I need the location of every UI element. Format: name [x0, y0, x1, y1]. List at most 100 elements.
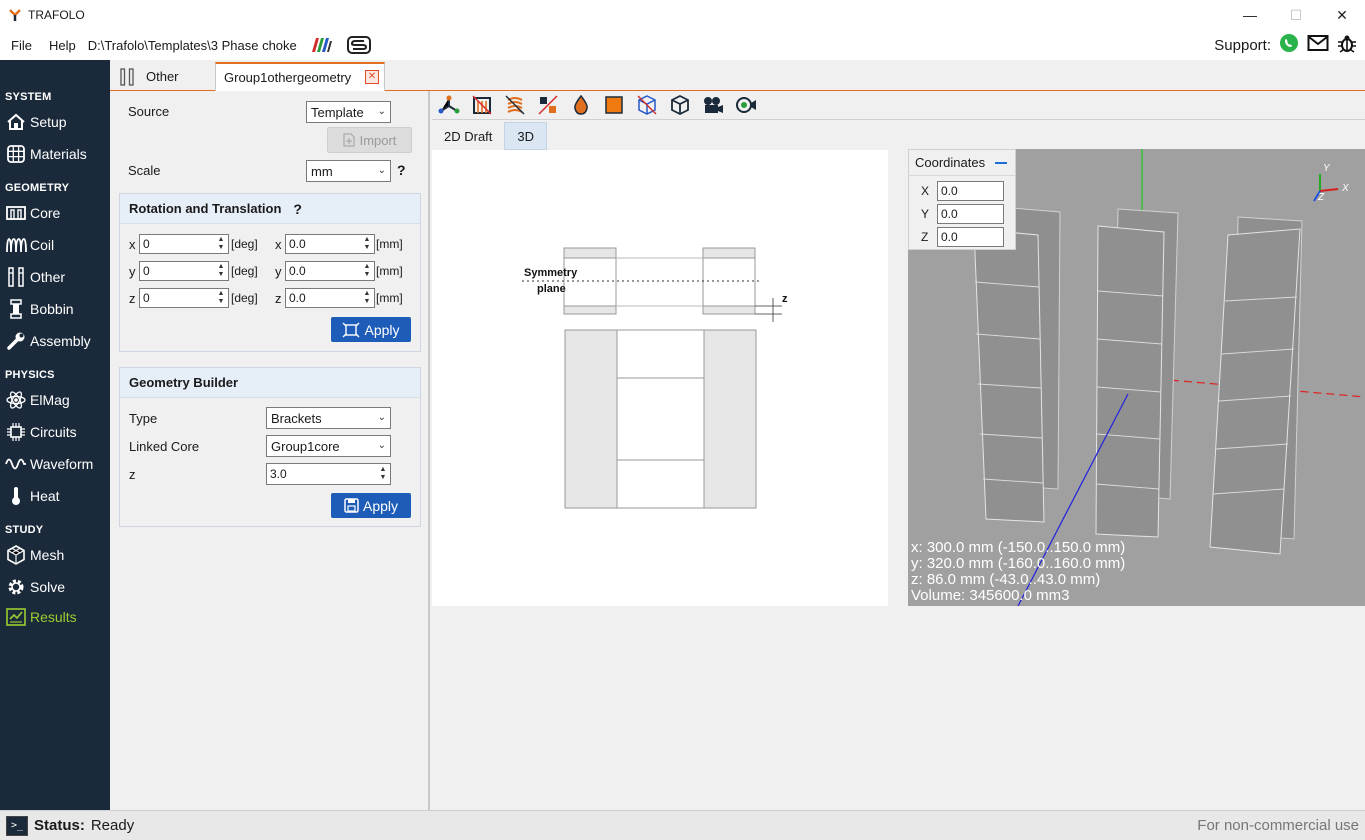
- minimize-button[interactable]: —: [1227, 0, 1273, 30]
- plane-label: plane: [537, 283, 566, 295]
- sidebar-item-circuits[interactable]: Circuits: [5, 420, 77, 444]
- other-geometry-icon: [120, 67, 134, 86]
- coord-z-label: Z: [921, 230, 929, 244]
- rt-help-icon[interactable]: ?: [293, 201, 302, 217]
- rt-apply-button[interactable]: Apply: [331, 317, 411, 342]
- coord-x-input[interactable]: 0.0: [937, 181, 1004, 201]
- rotation-z-input[interactable]: 0 ▲ ▼: [139, 288, 229, 308]
- source-select[interactable]: Template ⌄: [306, 101, 391, 123]
- spin-arrows-icon[interactable]: ▲ ▼: [216, 290, 226, 306]
- record-video-icon[interactable]: [734, 94, 757, 117]
- rotation-x-input[interactable]: 0 ▲ ▼: [139, 234, 229, 254]
- axis-x-label: X: [1341, 183, 1349, 194]
- home-icon: [5, 112, 27, 132]
- menu-bar: File Help D:\Trafolo\Templates\3 Phase c…: [0, 30, 1365, 60]
- bug-report-icon[interactable]: [1337, 33, 1357, 57]
- sidebar-item-core[interactable]: Core: [5, 201, 60, 225]
- axis-y-label: Y: [1323, 163, 1331, 174]
- maximize-button[interactable]: ☐: [1273, 0, 1319, 30]
- coil-view-icon[interactable]: [503, 94, 526, 117]
- project-path: D:\Trafolo\Templates\3 Phase choke: [87, 37, 297, 53]
- import-button[interactable]: Import: [327, 127, 412, 153]
- menu-file[interactable]: File: [5, 38, 38, 53]
- sidebar-item-assembly[interactable]: Assembly: [5, 329, 91, 353]
- scale-help-icon[interactable]: ?: [397, 162, 406, 178]
- sidebar-item-label: Bobbin: [30, 301, 74, 317]
- tab-other[interactable]: Other: [110, 62, 215, 91]
- chevron-down-icon: ⌄: [377, 440, 386, 451]
- linked-core-select[interactable]: Group1core ⌄: [266, 435, 391, 457]
- close-window-button[interactable]: ✕: [1319, 0, 1365, 30]
- collapse-icon[interactable]: [995, 162, 1007, 164]
- sidebar-item-materials[interactable]: Materials: [5, 142, 87, 166]
- spin-arrows-icon[interactable]: ▲ ▼: [216, 263, 226, 279]
- z-dimension-label: z: [782, 293, 788, 305]
- spin-arrows-icon[interactable]: ▲ ▼: [362, 236, 372, 252]
- apply-label: Apply: [362, 497, 399, 514]
- coord-x-value: 0.0: [941, 184, 958, 198]
- type-value: Brackets: [271, 410, 322, 426]
- sidebar-item-heat[interactable]: Heat: [5, 484, 60, 508]
- solid-view-icon[interactable]: [602, 94, 625, 117]
- chevron-down-icon: ⌄: [377, 165, 386, 176]
- results-icon: [5, 607, 27, 627]
- close-tab-icon[interactable]: ✕: [365, 70, 379, 84]
- tab-3d[interactable]: 3D: [504, 122, 548, 150]
- draft-2d-canvas[interactable]: Symmetry plane z: [432, 150, 888, 606]
- document-tabs: Other Group1othergeometry ✕: [110, 60, 1365, 91]
- translation-y-value: 0.0: [289, 264, 306, 278]
- rotation-x-value: 0: [143, 237, 150, 251]
- spin-arrows-icon[interactable]: ▲ ▼: [378, 466, 388, 482]
- terminal-icon[interactable]: >_: [6, 815, 28, 836]
- translation-z-value: 0.0: [289, 291, 306, 305]
- spin-arrows-icon[interactable]: ▲ ▼: [362, 290, 372, 306]
- tab-group1othergeometry[interactable]: Group1othergeometry ✕: [215, 62, 385, 91]
- translation-y-input[interactable]: 0.0 ▲ ▼: [285, 261, 375, 281]
- sidebar-item-mesh[interactable]: Mesh: [5, 543, 64, 567]
- whatsapp-icon[interactable]: [1279, 33, 1299, 57]
- deg-unit: [deg]: [231, 237, 258, 251]
- coord-z-input[interactable]: 0.0: [937, 227, 1004, 247]
- draft-drawing: Symmetry plane z: [522, 247, 788, 509]
- menu-help[interactable]: Help: [43, 38, 82, 53]
- translation-x-input[interactable]: 0.0 ▲ ▼: [285, 234, 375, 254]
- tab-2d-draft[interactable]: 2D Draft: [432, 122, 504, 150]
- source-value: Template: [311, 104, 364, 120]
- sidebar-item-other[interactable]: Other: [5, 265, 65, 289]
- sidebar-item-elmag[interactable]: ElMag: [5, 388, 70, 412]
- sidebar-item-setup[interactable]: Setup: [5, 110, 67, 134]
- axes-view-icon[interactable]: [437, 94, 460, 117]
- coord-y-input[interactable]: 0.0: [937, 204, 1004, 224]
- rotation-y-input[interactable]: 0 ▲ ▼: [139, 261, 229, 281]
- transform-icon: [342, 322, 360, 338]
- mail-icon[interactable]: [1307, 34, 1329, 56]
- other-view-icon[interactable]: [536, 94, 559, 117]
- translation-z-input[interactable]: 0.0 ▲ ▼: [285, 288, 375, 308]
- sidebar-item-solve[interactable]: Solve: [5, 575, 65, 599]
- spin-arrows-icon[interactable]: ▲ ▼: [362, 263, 372, 279]
- gb-apply-button[interactable]: Apply: [331, 493, 411, 518]
- viewport-3d[interactable]: Y X Z Coordinates X 0.0 Y 0.0 Z 0.0 x: 3…: [908, 149, 1365, 606]
- z-input[interactable]: 3.0 ▲ ▼: [266, 463, 391, 485]
- cube-view-icon[interactable]: [668, 94, 691, 117]
- scale-select[interactable]: mm ⌄: [306, 160, 391, 182]
- group-title: Rotation and Translation: [129, 201, 282, 216]
- sidebar-item-coil[interactable]: Coil: [5, 233, 54, 257]
- coord-x-label: X: [921, 184, 930, 198]
- spin-arrows-icon[interactable]: ▲ ▼: [216, 236, 226, 252]
- coord-y-value: 0.0: [941, 207, 958, 221]
- wireframe-view-icon[interactable]: [635, 94, 658, 117]
- sidebar-item-waveform[interactable]: Waveform: [5, 452, 93, 476]
- sidebar-item-results[interactable]: Results: [5, 605, 77, 629]
- core-view-icon[interactable]: [470, 94, 493, 117]
- camera-icon[interactable]: [701, 94, 724, 117]
- s-logo-icon[interactable]: [346, 36, 371, 54]
- section-physics: PHYSICS: [5, 369, 55, 381]
- gear-icon: [5, 577, 27, 597]
- type-select[interactable]: Brackets ⌄: [266, 407, 391, 429]
- section-system: SYSTEM: [5, 91, 52, 103]
- grid-icon: [5, 144, 27, 164]
- partner-logo-icon[interactable]: [311, 37, 333, 53]
- fluid-view-icon[interactable]: [569, 94, 592, 117]
- sidebar-item-bobbin[interactable]: Bobbin: [5, 297, 74, 321]
